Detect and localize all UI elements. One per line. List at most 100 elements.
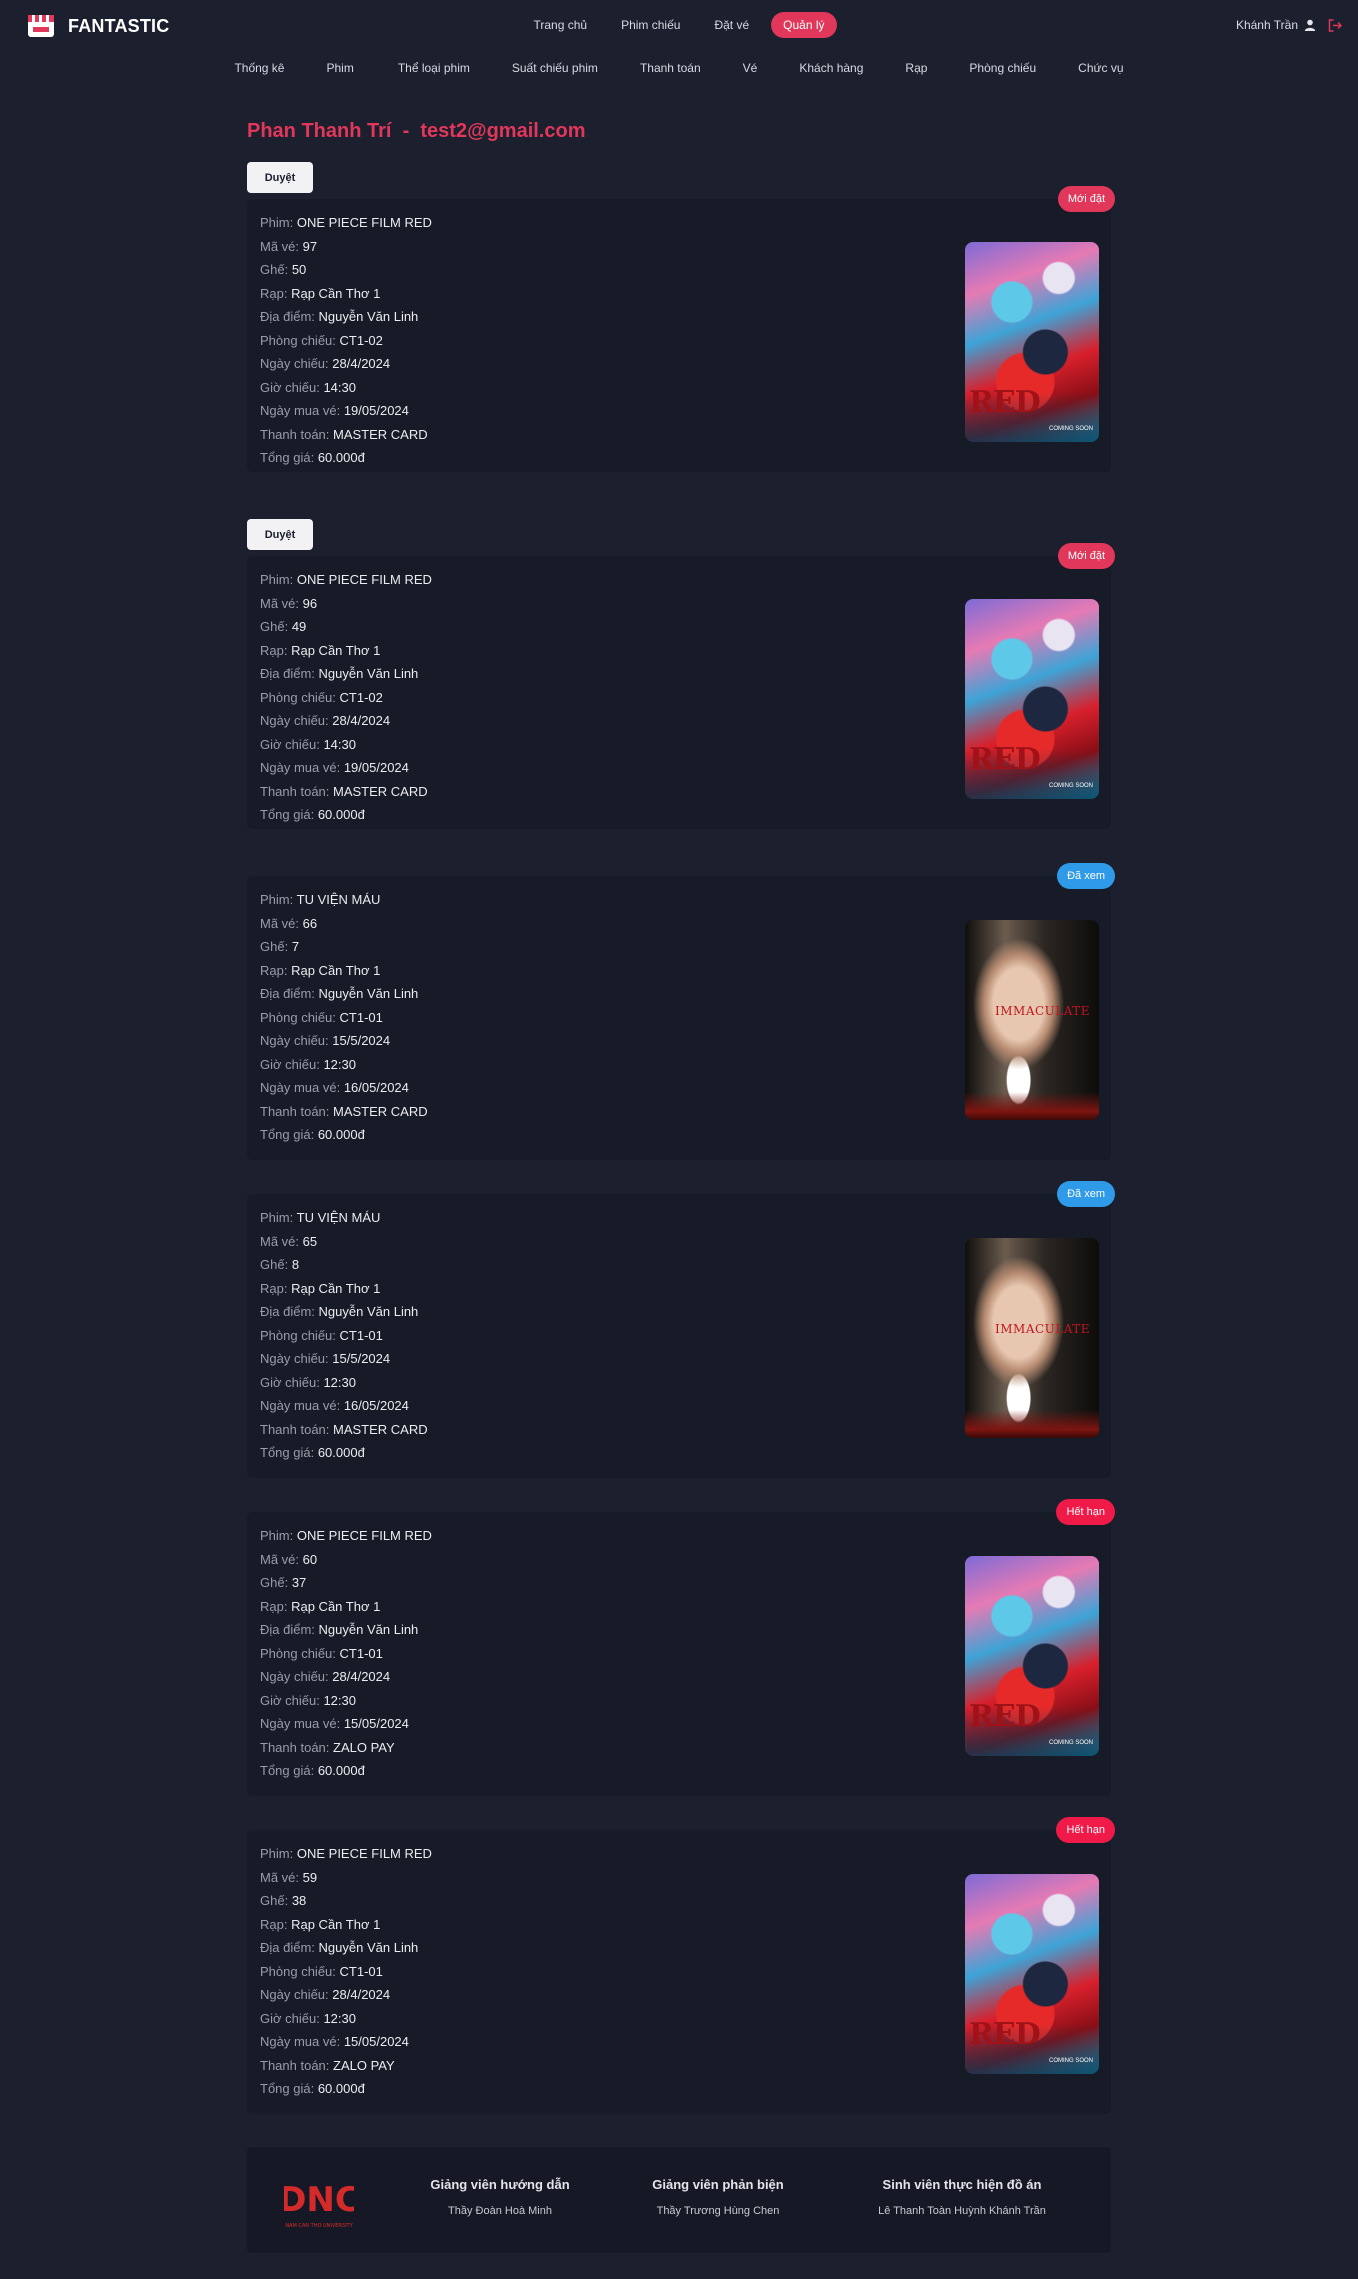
field-seat-value: 7 bbox=[291, 939, 300, 954]
status-badge: Hết hạn bbox=[1056, 1817, 1115, 1843]
movie-poster[interactable]: RED COMING SOON bbox=[965, 1874, 1099, 2074]
field-show-time-label: Giờ chiếu: bbox=[260, 736, 320, 752]
field-ticket-id: Mã vé: 65 bbox=[260, 1230, 428, 1254]
field-ticket-id-label: Mã vé: bbox=[260, 595, 300, 611]
field-show-time: Giờ chiếu: 12:30 bbox=[260, 2007, 432, 2031]
field-total-label: Tổng giá: bbox=[260, 1127, 315, 1142]
field-total-label: Tổng giá: bbox=[260, 1763, 315, 1778]
field-room: Phòng chiếu: CT1-01 bbox=[260, 1006, 428, 1030]
field-ticket-id-value: 60 bbox=[302, 1551, 318, 1567]
movie-poster[interactable]: RED COMING SOON bbox=[965, 242, 1099, 442]
field-location-label: Địa điểm: bbox=[260, 1940, 315, 1955]
field-ticket-id-label: Mã vé: bbox=[260, 238, 300, 254]
poster-title: RED bbox=[969, 1699, 1041, 1734]
field-purchase-date-label: Ngày mua vé: bbox=[260, 760, 341, 775]
field-purchase-date-label: Ngày mua vé: bbox=[260, 1080, 341, 1095]
field-show-time-value: 14:30 bbox=[323, 379, 356, 395]
advisor-name: Thầy Đoàn Hoà Minh bbox=[448, 2205, 552, 2217]
movie-poster[interactable]: RED COMING SOON bbox=[965, 1556, 1099, 1756]
field-movie-label: Phim: bbox=[260, 892, 294, 907]
field-show-time: Giờ chiếu: 12:30 bbox=[260, 1371, 428, 1395]
field-room-value: CT1-02 bbox=[339, 689, 383, 705]
subnav-roles[interactable]: Chức vụ bbox=[1078, 57, 1123, 79]
poster-caption: COMING SOON bbox=[1048, 2058, 1093, 2064]
footer-students: Sinh viên thực hiện đồ án Lê Thanh Toàn … bbox=[857, 2177, 1067, 2217]
subnav-payments[interactable]: Thanh toán bbox=[640, 57, 701, 79]
field-ticket-id-label: Mã vé: bbox=[260, 1551, 300, 1567]
subnav-statistics[interactable]: Thống kê bbox=[234, 57, 284, 79]
field-room-value: CT1-02 bbox=[339, 332, 383, 348]
field-room-label: Phòng chiếu: bbox=[260, 1009, 336, 1025]
field-show-time-label: Giờ chiếu: bbox=[260, 379, 320, 395]
field-location-value: Nguyễn Văn Linh bbox=[318, 986, 419, 1001]
poster-title: RED bbox=[969, 385, 1041, 420]
field-total-value: 60.000đ bbox=[317, 1763, 365, 1778]
field-total: Tổng giá: 60.000đ bbox=[260, 446, 432, 470]
field-payment: Thanh toán: MASTER CARD bbox=[260, 1418, 428, 1442]
user-icon[interactable] bbox=[1304, 19, 1316, 31]
user-menu: Khánh Trần bbox=[1236, 18, 1342, 32]
ticket-card: Hết hạn Phim: ONE PIECE FILM RED Mã vé: 60… bbox=[247, 1499, 1115, 1796]
subnav-movies[interactable]: Phim bbox=[326, 57, 353, 79]
field-location-label: Địa điểm: bbox=[260, 1304, 315, 1319]
poster-blood-decoration bbox=[965, 1410, 1099, 1438]
field-payment: Thanh toán: MASTER CARD bbox=[260, 780, 432, 804]
customer-email: test2@gmail.com bbox=[420, 120, 586, 142]
movie-poster[interactable]: RED COMING SOON bbox=[965, 599, 1099, 799]
field-movie-label: Phim: bbox=[260, 215, 294, 230]
nav-movies[interactable]: Phim chiếu bbox=[609, 12, 692, 38]
field-show-date-value: 28/4/2024 bbox=[332, 1669, 391, 1684]
field-ticket-id-label: Mã vé: bbox=[260, 1869, 300, 1885]
field-seat: Ghế: 7 bbox=[260, 935, 428, 959]
field-ticket-id-label: Mã vé: bbox=[260, 915, 300, 931]
subnav-tickets[interactable]: Vé bbox=[743, 57, 758, 79]
nav-management[interactable]: Quản lý bbox=[771, 12, 837, 38]
field-cinema-label: Rạp: bbox=[260, 285, 288, 301]
field-room-value: CT1-01 bbox=[339, 1009, 383, 1025]
subnav-showtimes[interactable]: Suất chiếu phim bbox=[512, 57, 598, 79]
field-location-label: Địa điểm: bbox=[260, 309, 315, 324]
field-cinema-value: Rạp Cần Thơ 1 bbox=[291, 1598, 381, 1614]
field-show-date-label: Ngày chiếu: bbox=[260, 356, 329, 371]
field-location: Địa điểm: Nguyễn Văn Linh bbox=[260, 1300, 428, 1324]
field-room: Phòng chiếu: CT1-01 bbox=[260, 1642, 432, 1666]
approve-button[interactable]: Duyệt bbox=[247, 162, 313, 193]
poster-title: IMMACULATE bbox=[995, 1322, 1091, 1336]
status-badge: Mới đặt bbox=[1057, 186, 1115, 212]
field-show-date-label: Ngày chiếu: bbox=[260, 1351, 329, 1366]
university-logo: DNC NAM CAN THO UNIVERSITY bbox=[278, 2171, 360, 2233]
user-name[interactable]: Khánh Trần bbox=[1236, 18, 1298, 32]
field-location: Địa điểm: Nguyễn Văn Linh bbox=[260, 1936, 432, 1960]
field-payment-value: MASTER CARD bbox=[333, 1103, 428, 1119]
ticket-card: Đã xem Phim: TU VIỆN MÁU Mã vé: 65 Ghế: 8 Rạ… bbox=[247, 1181, 1115, 1478]
subnav-cinemas[interactable]: Rạp bbox=[905, 57, 927, 79]
movie-poster[interactable]: IMMACULATE bbox=[965, 1238, 1099, 1438]
status-badge: Hết hạn bbox=[1056, 1499, 1115, 1525]
subnav-genres[interactable]: Thể loại phim bbox=[398, 57, 470, 79]
field-movie-value: ONE PIECE FILM RED bbox=[296, 1846, 432, 1861]
field-total-value: 60.000đ bbox=[317, 1127, 365, 1142]
poster-title: RED bbox=[969, 742, 1041, 777]
field-total: Tổng giá: 60.000đ bbox=[260, 803, 432, 827]
subnav-rooms[interactable]: Phòng chiếu bbox=[969, 57, 1036, 79]
field-purchase-date: Ngày mua vé: 16/05/2024 bbox=[260, 1394, 428, 1418]
field-location: Địa điểm: Nguyễn Văn Linh bbox=[260, 662, 432, 686]
ticket-card: Đã xem Phim: TU VIỆN MÁU Mã vé: 66 Ghế: 7 Rạ… bbox=[247, 863, 1115, 1160]
field-payment-value: ZALO PAY bbox=[333, 1739, 395, 1755]
field-movie: Phim: ONE PIECE FILM RED bbox=[260, 1524, 432, 1548]
field-purchase-date-value: 19/05/2024 bbox=[343, 403, 409, 418]
nav-booking[interactable]: Đặt vé bbox=[702, 12, 761, 38]
logout-icon[interactable] bbox=[1328, 18, 1342, 32]
field-purchase-date-label: Ngày mua vé: bbox=[260, 1398, 341, 1413]
field-movie: Phim: TU VIỆN MÁU bbox=[260, 1206, 428, 1230]
field-payment-value: MASTER CARD bbox=[333, 1421, 428, 1437]
movie-poster[interactable]: IMMACULATE bbox=[965, 920, 1099, 1120]
approve-button[interactable]: Duyệt bbox=[247, 519, 313, 550]
nav-home[interactable]: Trang chủ bbox=[521, 12, 599, 38]
field-ticket-id: Mã vé: 66 bbox=[260, 912, 428, 936]
subnav-customers[interactable]: Khách hàng bbox=[799, 57, 863, 79]
field-purchase-date-value: 19/05/2024 bbox=[343, 760, 409, 775]
field-seat-value: 50 bbox=[291, 262, 307, 277]
field-cinema-label: Rạp: bbox=[260, 1598, 288, 1614]
field-location: Địa điểm: Nguyễn Văn Linh bbox=[260, 1618, 432, 1642]
